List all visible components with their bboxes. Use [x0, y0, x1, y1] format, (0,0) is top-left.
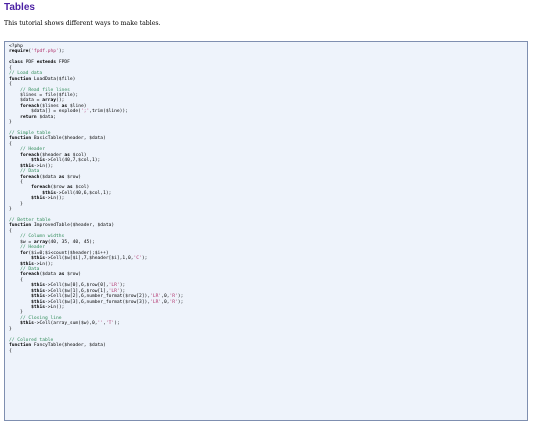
intro-text: This tutorial shows different ways to ma… [4, 20, 161, 27]
code-line: { [9, 348, 12, 354]
page-title: Tables [4, 2, 35, 13]
code-block: <?php require('fpdf.php'); class PDF exten… [4, 41, 528, 421]
